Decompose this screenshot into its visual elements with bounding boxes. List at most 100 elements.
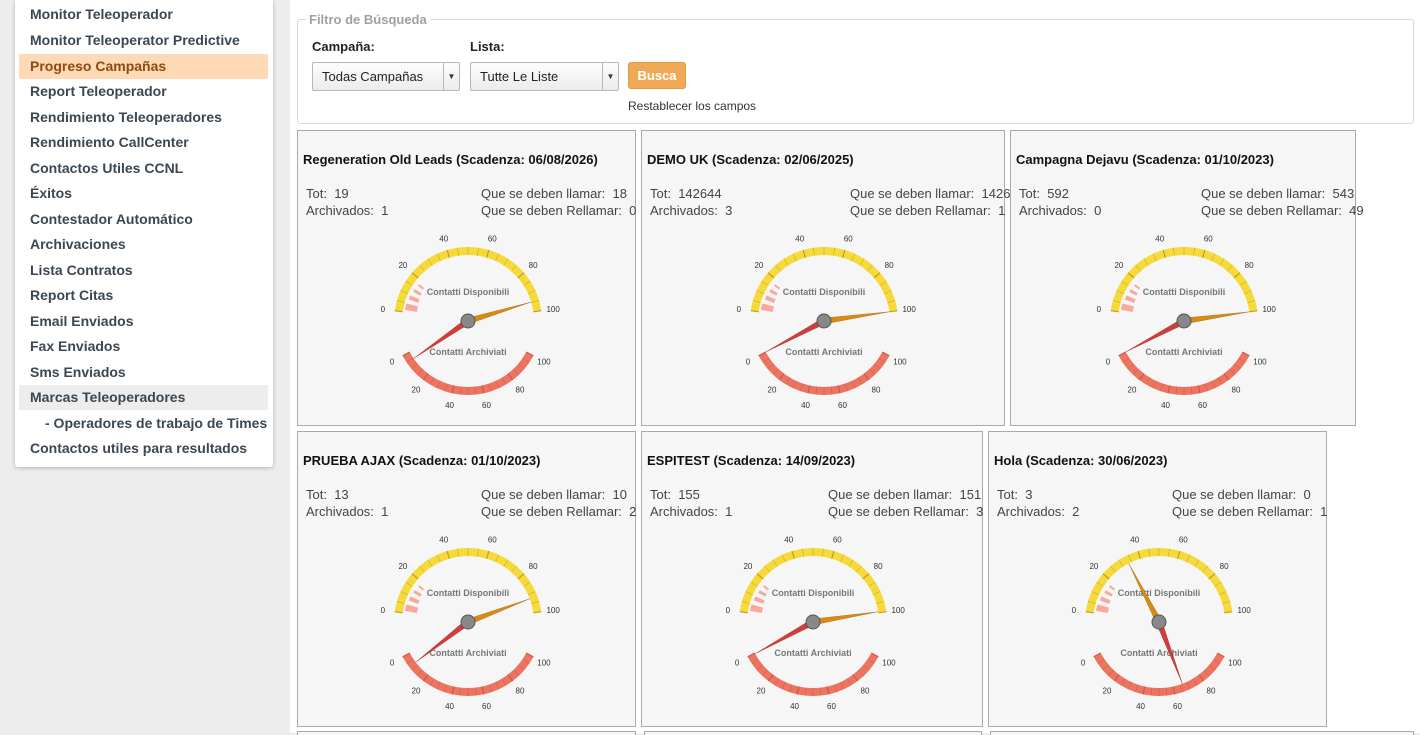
sidebar-subitem-operadores-trabajo-times[interactable]: - Operadores de trabajo de Times	[19, 411, 268, 436]
gauge-available-arc	[1110, 247, 1258, 312]
to-recall-count-label: Que se deben Rellamar:	[481, 203, 622, 218]
to-call-count-value: 543	[1332, 186, 1355, 201]
archived-count: Archivados: 3	[650, 203, 732, 218]
gauge-archived-arc	[1093, 652, 1225, 696]
to-call-count: Que se deben llamar: 142640	[850, 186, 1025, 201]
gauge-available-label: Contatti Disponibili	[427, 287, 510, 297]
gauge-archived-arc	[1118, 351, 1250, 395]
gauge-archived-label: Contatti Archiviati	[429, 648, 506, 658]
sidebar-item-monitor-predictive[interactable]: Monitor Teleoperator Predictive	[19, 28, 268, 53]
campaign-card-partial	[990, 731, 1414, 735]
sidebar-item-contactos-utiles-ccnl[interactable]: Contactos Utiles CCNL	[19, 156, 268, 181]
campaign-card-title: Regeneration Old Leads (Scadenza: 06/08/…	[303, 152, 598, 167]
gauge-available-label: Contatti Disponibili	[1118, 588, 1201, 598]
gauge-band-segment	[418, 585, 425, 591]
list-select[interactable]: Tutte Le Liste ▼	[470, 62, 619, 91]
gauge-archived-label: Contatti Archiviati	[774, 648, 851, 658]
to-recall-count-label: Que se deben Rellamar:	[828, 504, 969, 519]
to-recall-count-label: Que se deben Rellamar:	[1201, 203, 1342, 218]
campaign-card: Hola (Scadenza: 30/06/2023) Tot: 3 Archiva…	[988, 431, 1327, 727]
tot-count-value: 142644	[678, 186, 722, 201]
gauge-band-segment	[404, 604, 419, 614]
tot-count-label: Tot:	[650, 186, 671, 201]
archived-count: Archivados: 0	[1019, 203, 1101, 218]
sidebar-item-monitor-teleoperador[interactable]: Monitor Teleoperador	[19, 2, 268, 27]
to-call-count-value: 151	[959, 487, 982, 502]
to-recall-count-value: 3	[976, 504, 984, 519]
gauge-bottom-tick-label: 100	[1253, 357, 1267, 366]
gauge-available-label: Contatti Disponibili	[783, 287, 866, 297]
sidebar-item-rendimiento-teleoperadores[interactable]: Rendimiento Teleoperadores	[19, 105, 268, 130]
gauge-band-segment	[1109, 585, 1116, 591]
gauge-hub	[816, 313, 832, 329]
sidebar-item-lista-contratos[interactable]: Lista Contratos	[19, 258, 268, 283]
gauge-archived-arc	[758, 351, 890, 395]
to-call-count-label: Que se deben llamar:	[481, 186, 606, 201]
tot-count-label: Tot:	[1019, 186, 1040, 201]
tot-count: Tot: 142644	[650, 186, 722, 201]
gauge-bottom-tick-label: 80	[861, 687, 870, 696]
campaign-card: Campagna Dejavu (Scadenza: 01/10/2023) To…	[1010, 130, 1364, 426]
gauge-band-segment	[1104, 590, 1113, 597]
sidebar-item-report-teleoperador[interactable]: Report Teleoperador	[19, 79, 268, 104]
sidebar-item-email-enviados[interactable]: Email Enviados	[19, 309, 268, 334]
gauge-bottom-tick-label: 100	[537, 357, 551, 366]
gauge-bottom-tick-label: 60	[482, 401, 491, 410]
gauge-available-label: Contatti Disponibili	[772, 588, 855, 598]
gauge-band-segment	[763, 585, 770, 591]
campaign-card-partial	[297, 731, 636, 735]
campaign-card-partial	[644, 731, 982, 735]
gauge-band-segment	[749, 604, 764, 614]
progress-gauge: 0 0 20 20 40 40 60 60 80 80 100 100 Contatti Disponi…	[381, 234, 561, 410]
to-recall-count: Que se deben Rellamar: 49	[1201, 203, 1364, 218]
sidebar-item-rendimiento-callcenter[interactable]: Rendimiento CallCenter	[19, 130, 268, 155]
reset-fields-link[interactable]: Restablecer los campos	[628, 99, 756, 113]
to-call-count: Que se deben llamar: 18	[481, 186, 627, 201]
progress-gauge: 0 0 20 20 40 40 60 60 80 80 100 100 Contatti Disponi…	[381, 535, 561, 711]
sidebar-item-sms-enviados[interactable]: Sms Enviados	[19, 360, 268, 385]
gauge-archived-label: Contatti Archiviati	[1120, 648, 1197, 658]
gauge-bottom-tick-label: 0	[390, 658, 395, 667]
sidebar-item-contestador-automatico[interactable]: Contestador Automático	[19, 207, 268, 232]
sidebar-item-exitos[interactable]: Éxitos	[19, 181, 268, 206]
gauge-top-tick-label: 100	[546, 305, 560, 314]
gauge-hub	[460, 614, 476, 630]
archived-count: Archivados: 1	[306, 203, 388, 218]
to-recall-count-label: Que se deben Rellamar:	[850, 203, 991, 218]
archived-count-label: Archivados:	[306, 504, 374, 519]
gauge-top-tick-label: 40	[795, 234, 804, 243]
to-call-count-label: Que se deben llamar:	[1201, 186, 1326, 201]
sidebar-item-archivaciones[interactable]: Archivaciones	[19, 232, 268, 257]
gauge-band-segment	[774, 284, 781, 290]
campaign-label: Campaña:	[312, 39, 375, 54]
campaign-select-value: Todas Campañas	[322, 69, 424, 84]
gauge-bottom-tick-label: 40	[790, 702, 799, 711]
sidebar-item-marcas-teleoperadores[interactable]: Marcas Teleoperadores	[19, 385, 268, 410]
gauge-top-tick-label: 40	[439, 234, 448, 243]
campaign-select[interactable]: Todas Campañas ▼	[312, 62, 460, 91]
tot-count: Tot: 13	[306, 487, 349, 502]
gauge-archived-arc	[402, 351, 534, 395]
campaign-card: Regeneration Old Leads (Scadenza: 06/08/…	[297, 130, 636, 426]
archived-count-value: 3	[725, 203, 733, 218]
gauge-available-needle	[466, 598, 530, 626]
gauge-available-needle	[812, 611, 879, 626]
gauge-available-needle	[1183, 311, 1250, 325]
gauge-bottom-tick-label: 60	[482, 702, 491, 711]
search-button[interactable]: Busca	[628, 62, 686, 89]
sidebar-item-fax-enviados[interactable]: Fax Enviados	[19, 334, 268, 359]
sidebar-item-contactos-utiles-resultados[interactable]: Contactos utiles para resultados	[19, 436, 268, 461]
gauge-top-tick-label: 20	[743, 562, 752, 571]
gauge-bottom-tick-label: 40	[1161, 401, 1170, 410]
to-call-count-label: Que se deben llamar:	[828, 487, 953, 502]
gauge-bottom-tick-label: 60	[1198, 401, 1207, 410]
sidebar-item-progreso-campanas[interactable]: Progreso Campañas	[19, 54, 268, 79]
tot-count-label: Tot:	[650, 487, 671, 502]
chevron-down-icon: ▼	[443, 63, 459, 90]
gauge-available-needle	[466, 301, 532, 325]
tot-count-value: 19	[334, 186, 349, 201]
to-call-count-value: 0	[1303, 487, 1311, 502]
gauge-top-tick-label: 20	[754, 261, 763, 270]
sidebar-item-report-citas[interactable]: Report Citas	[19, 283, 268, 308]
search-filter-panel: Filtro de Búsqueda Campaña: Todas Campañ…	[297, 12, 1414, 124]
